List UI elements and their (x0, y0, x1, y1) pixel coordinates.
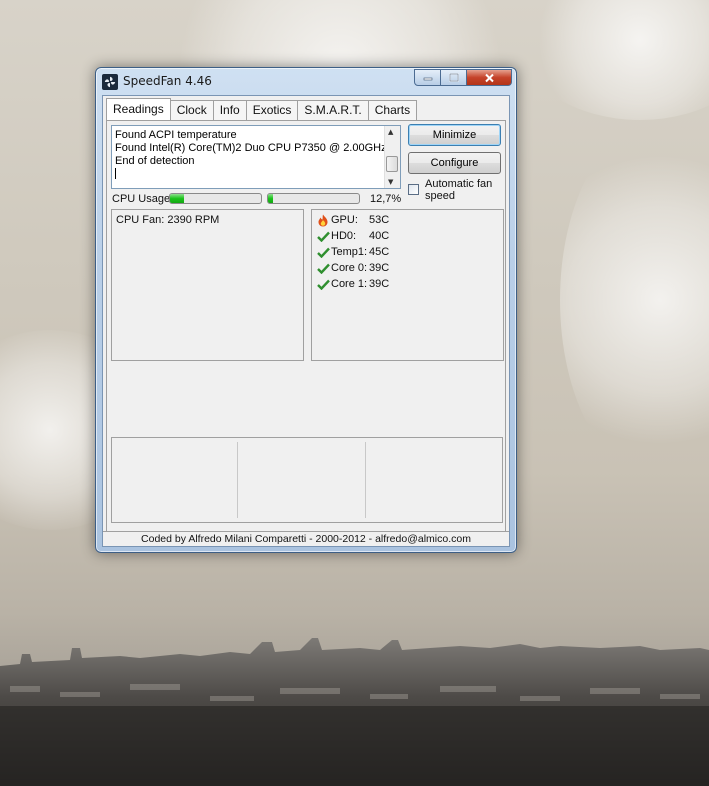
temperature-name: Core 0: (331, 262, 368, 274)
flame-icon (316, 213, 330, 227)
maximize-icon (448, 73, 459, 82)
automatic-fan-speed-label: Automatic fan speed (425, 178, 492, 202)
temperature-value: 39C (369, 262, 390, 274)
temperature-name: GPU: (331, 214, 358, 226)
tab-readings[interactable]: Readings (106, 98, 171, 120)
cpu-core-1-usage-fill (268, 194, 273, 203)
tab-smart[interactable]: S.M.A.R.T. (297, 100, 369, 120)
city-skyline (0, 638, 709, 786)
temperature-name: HD0: (331, 230, 357, 242)
check-icon (316, 277, 330, 291)
detection-log[interactable]: Found ACPI temperature Found Intel(R) Co… (111, 125, 401, 189)
scroll-up-icon[interactable]: ▲ (388, 128, 393, 136)
maximize-window-button[interactable] (441, 69, 467, 86)
tab-clock[interactable]: Clock (169, 100, 214, 120)
tab-strip: Readings Clock Info Exotics S.M.A.R.T. C… (106, 98, 418, 120)
check-icon (316, 261, 330, 275)
check-icon (316, 245, 330, 259)
temperature-row: Core 0: 39C (316, 260, 389, 276)
detection-log-text: Found ACPI temperature Found Intel(R) Co… (115, 129, 387, 168)
check-icon (316, 229, 330, 243)
cpu-usage-label: CPU Usage (112, 193, 171, 205)
client-area: Readings Clock Info Exotics S.M.A.R.T. C… (102, 95, 510, 547)
cloud (560, 120, 709, 480)
fans-box: CPU Fan: 2390 RPM (111, 209, 304, 361)
minimize-window-button[interactable] (414, 69, 441, 86)
temperature-row: HD0: 40C (316, 228, 389, 244)
column-divider (365, 442, 366, 518)
cpu-core-1-usage-bar (267, 193, 360, 204)
speedfan-window: SpeedFan 4.46 Readings Clock Info Exotic… (95, 67, 517, 553)
temperature-value: 39C (369, 278, 390, 290)
temperatures-box: GPU: 53C HD0: 40C Temp1: 45C Core 0: 39C (311, 209, 504, 361)
temperature-row: GPU: 53C (316, 212, 389, 228)
temperature-row: Core 1: 39C (316, 276, 389, 292)
caption-buttons (414, 69, 512, 87)
voltages-box (111, 437, 503, 523)
temperature-name: Core 1: (331, 278, 368, 290)
text-caret (115, 168, 116, 179)
tab-info[interactable]: Info (212, 100, 247, 120)
close-window-button[interactable] (467, 69, 512, 86)
status-bar: Coded by Alfredo Milani Comparetti - 200… (103, 531, 509, 546)
scroll-thumb[interactable] (386, 156, 398, 172)
automatic-fan-speed-checkbox[interactable] (408, 184, 419, 195)
temperature-name: Temp1: (331, 246, 368, 258)
close-icon (484, 73, 494, 82)
title-bar[interactable]: SpeedFan 4.46 (96, 68, 516, 94)
tab-charts[interactable]: Charts (367, 100, 418, 120)
fan-value: 2390 RPM (167, 214, 220, 226)
minimize-icon (423, 77, 432, 80)
minimize-button[interactable]: Minimize (408, 124, 501, 146)
temperature-value: 40C (369, 230, 390, 242)
cpu-core-0-usage-fill (170, 194, 184, 203)
log-line: Found ACPI temperature (115, 129, 237, 141)
column-divider (237, 442, 238, 518)
cpu-core-0-usage-bar (169, 193, 262, 204)
log-line: Found Intel(R) Core(TM)2 Duo CPU P7350 @… (115, 142, 387, 154)
fan-reading: CPU Fan: 2390 RPM (116, 214, 219, 226)
log-scrollbar[interactable]: ▲ ▼ (384, 126, 400, 188)
readings-panel: Found ACPI temperature Found Intel(R) Co… (106, 120, 506, 540)
temperature-value: 45C (369, 246, 390, 258)
cpu-usage-value: 12,7% (370, 193, 402, 205)
automatic-fan-speed-label-line: speed (425, 190, 455, 202)
scroll-down-icon[interactable]: ▼ (388, 178, 393, 186)
automatic-fan-speed-label-line: Automatic fan (425, 178, 493, 190)
temperature-value: 53C (369, 214, 390, 226)
cloud (520, 0, 709, 120)
fan-label: CPU Fan: (116, 214, 165, 226)
window-title: SpeedFan 4.46 (123, 74, 212, 88)
tab-exotics[interactable]: Exotics (245, 100, 299, 120)
configure-button[interactable]: Configure (408, 152, 501, 174)
speedfan-app-icon[interactable] (102, 74, 118, 90)
temperature-row: Temp1: 45C (316, 244, 389, 260)
log-line: End of detection (115, 155, 195, 167)
